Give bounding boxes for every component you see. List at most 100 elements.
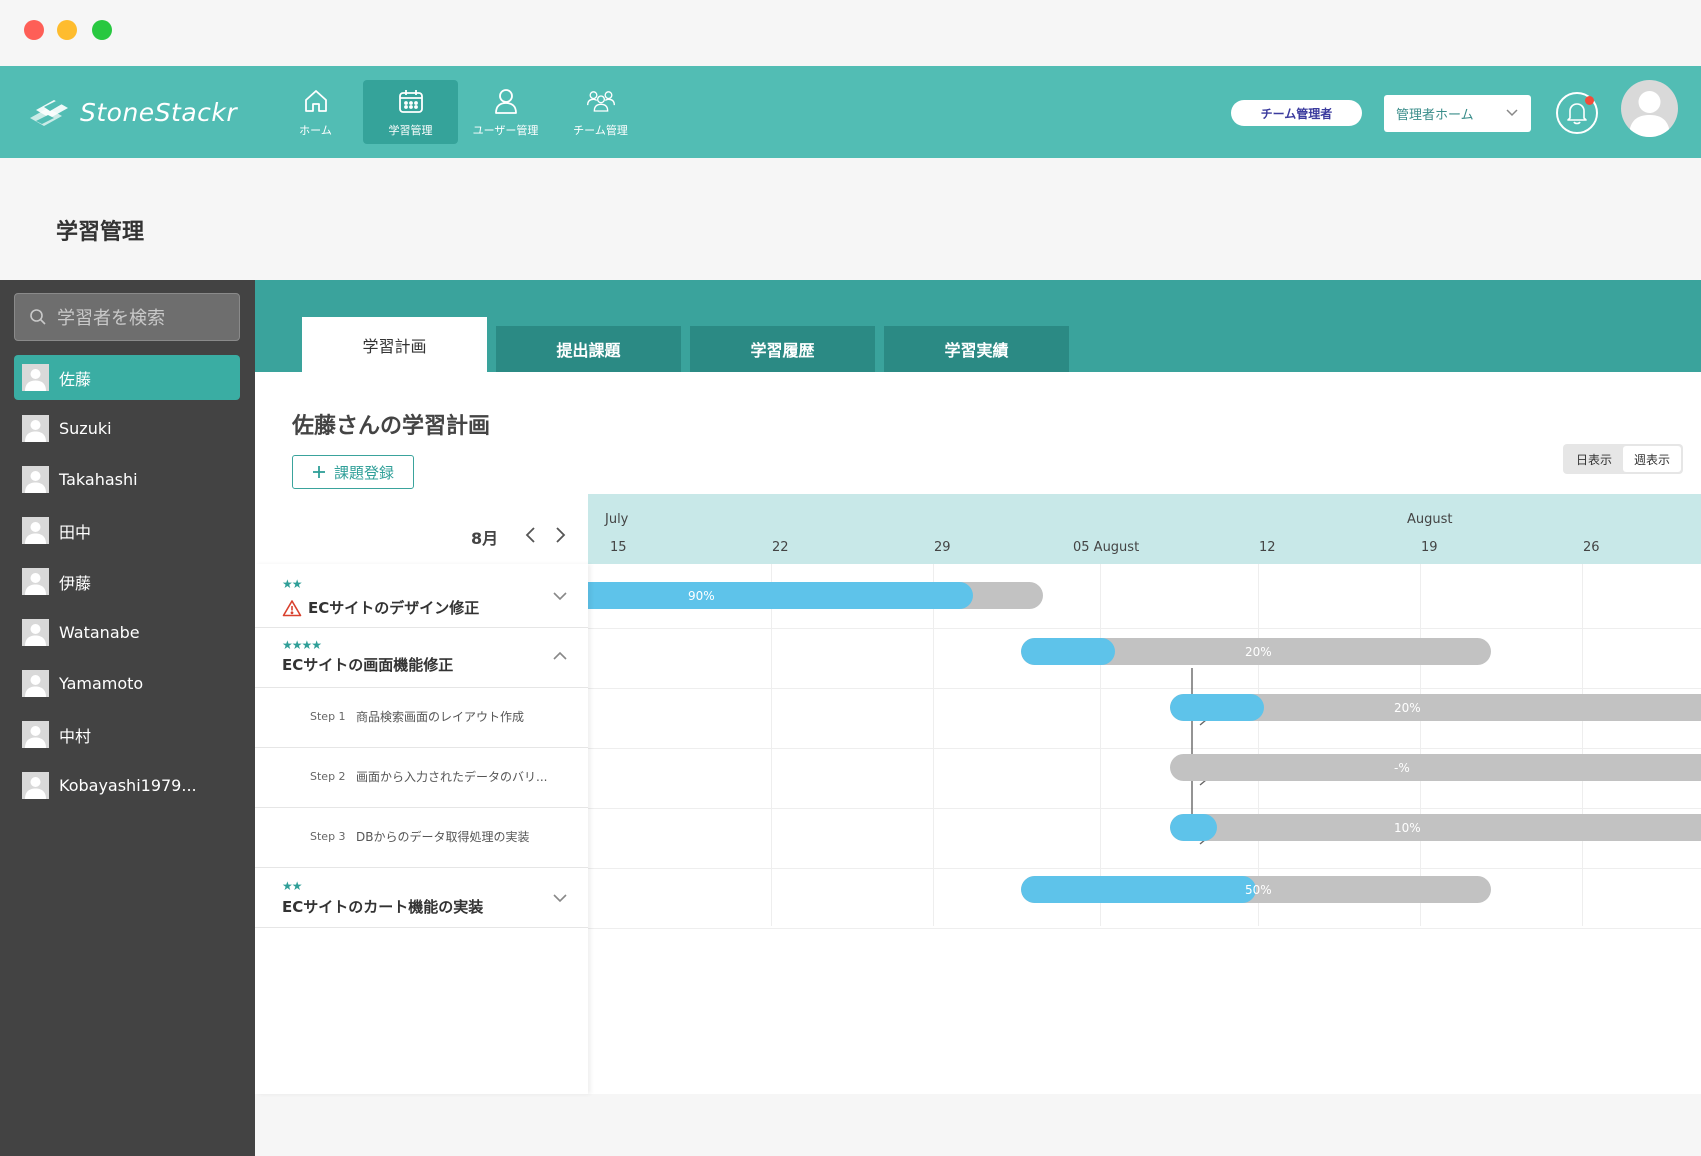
- timeline-day: 19: [1421, 540, 1438, 555]
- logo-icon: [30, 100, 68, 126]
- close-window-button[interactable]: [24, 20, 44, 40]
- home-icon: [304, 90, 327, 112]
- learner-item[interactable]: Yamamoto: [14, 661, 240, 706]
- progress-fill: [1021, 638, 1115, 665]
- learner-item[interactable]: 中村: [14, 712, 240, 757]
- progress-bar[interactable]: 90%: [588, 582, 1043, 609]
- progress-label: -%: [1394, 760, 1410, 775]
- learner-name: 田中: [59, 522, 92, 542]
- window-titlebar: [0, 0, 1701, 66]
- learner-name: Takahashi: [59, 470, 138, 489]
- mode-select[interactable]: 管理者ホーム: [1384, 95, 1531, 132]
- month-label: 8月: [471, 529, 499, 548]
- step-row[interactable]: Step 3 DBからのデータ取得処理の実装: [255, 808, 588, 868]
- chevron-left-icon[interactable]: [522, 525, 540, 545]
- timeline-month: July: [605, 512, 629, 527]
- user-icon: [22, 568, 49, 595]
- user-icon: [22, 517, 49, 544]
- tab-plan[interactable]: 学習計画: [302, 317, 487, 372]
- bell-icon: [1567, 103, 1587, 125]
- task-name: ECサイトのカート機能の実装: [282, 898, 484, 916]
- progress-bar[interactable]: 20%: [1021, 638, 1491, 665]
- task-name: ECサイトの画面機能修正: [282, 656, 454, 674]
- progress-bar[interactable]: 20%: [1170, 694, 1701, 721]
- chevron-down-icon[interactable]: [552, 590, 568, 602]
- team-icon: [586, 91, 615, 112]
- nav-teams[interactable]: チーム管理: [553, 80, 648, 144]
- step-name: DBからのデータ取得処理の実装: [356, 830, 530, 844]
- learner-item[interactable]: Takahashi: [14, 457, 240, 502]
- user-icon: [22, 619, 49, 646]
- learner-name: Suzuki: [59, 419, 112, 438]
- timeline-day: 26: [1583, 540, 1600, 555]
- progress-label: 50%: [1245, 882, 1272, 897]
- learner-item[interactable]: 伊藤: [14, 559, 240, 604]
- notification-button[interactable]: [1556, 92, 1598, 134]
- task-list: ★★ ECサイトのデザイン修正 ★★★★ ECサイトの画面機能修正 Step 1…: [255, 564, 588, 1094]
- minimize-window-button[interactable]: [57, 20, 77, 40]
- nav-users[interactable]: ユーザー管理: [458, 80, 553, 144]
- dependency-connectors: [1191, 668, 1208, 845]
- nav-home[interactable]: ホーム: [268, 80, 363, 144]
- role-badge: チーム管理者: [1231, 100, 1362, 126]
- learner-name: Watanabe: [59, 623, 140, 642]
- task-row[interactable]: ★★ ECサイトのカート機能の実装: [255, 868, 588, 928]
- user-icon: [22, 721, 49, 748]
- step-name: 画面から入力されたデータのバリ...: [356, 770, 548, 784]
- main-content: 学習計画 提出課題 学習履歴 学習実績 佐藤さんの学習計画 課題登録 日表示 週…: [255, 280, 1701, 1094]
- tab-assignments[interactable]: 提出課題: [496, 326, 681, 372]
- plan-title: 佐藤さんの学習計画: [292, 414, 491, 439]
- chevron-right-icon[interactable]: [551, 525, 569, 545]
- timeline-day: 12: [1259, 540, 1276, 555]
- timeline-day: 29: [934, 540, 951, 555]
- day-view-button[interactable]: 日表示: [1565, 446, 1623, 472]
- step-row[interactable]: Step 1 商品検索画面のレイアウト作成: [255, 688, 588, 748]
- gantt-chart: 90% 20% 20% -% 10% 50%: [588, 564, 1701, 1094]
- task-row[interactable]: ★★★★ ECサイトの画面機能修正: [255, 628, 588, 688]
- user-avatar-icon: [1629, 91, 1670, 137]
- progress-bar[interactable]: 50%: [1021, 876, 1491, 903]
- progress-bar[interactable]: -%: [1170, 754, 1701, 781]
- learner-search-input[interactable]: 学習者を検索: [14, 293, 240, 341]
- nav-home-label: ホーム: [299, 124, 332, 137]
- step-name: 商品検索画面のレイアウト作成: [356, 710, 525, 724]
- user-icon: [22, 670, 49, 697]
- nav-teams-label: チーム管理: [573, 124, 628, 137]
- learner-name: 中村: [59, 726, 92, 746]
- progress-fill: [588, 582, 973, 609]
- app-window: StoneStackr ホーム 学習管理 ユーザー管理 チーム管理 チーム管理者…: [0, 0, 1701, 1156]
- learner-item[interactable]: 佐藤: [14, 355, 240, 400]
- priority-stars: ★★: [282, 879, 302, 893]
- warning-icon: [282, 599, 302, 616]
- step-label: Step 2: [310, 770, 346, 783]
- progress-fill: [1170, 814, 1217, 841]
- tab-history[interactable]: 学習履歴: [690, 326, 875, 372]
- task-row[interactable]: ★★ ECサイトのデザイン修正: [255, 564, 588, 628]
- learner-name: 伊藤: [59, 573, 92, 593]
- timeline-header: July August 15 22 29 05 August 12 19 26: [588, 494, 1701, 564]
- user-avatar[interactable]: [1621, 80, 1678, 137]
- add-assignment-button[interactable]: 課題登録: [292, 455, 414, 489]
- learner-item[interactable]: Watanabe: [14, 610, 240, 655]
- chevron-down-icon[interactable]: [552, 892, 568, 904]
- timeline-day: 15: [610, 540, 627, 555]
- user-icon: [22, 772, 49, 799]
- chevron-up-icon[interactable]: [552, 650, 568, 662]
- nav-users-label: ユーザー管理: [472, 124, 539, 137]
- week-view-button[interactable]: 週表示: [1623, 446, 1681, 472]
- user-icon: [494, 89, 517, 114]
- maximize-window-button[interactable]: [92, 20, 112, 40]
- learner-item[interactable]: 田中: [14, 508, 240, 553]
- app-logo[interactable]: StoneStackr: [26, 94, 237, 130]
- tab-results[interactable]: 学習実績: [884, 326, 1069, 372]
- progress-bar[interactable]: 10%: [1170, 814, 1701, 841]
- timeline-day: 05 August: [1073, 540, 1140, 555]
- user-icon: [22, 364, 49, 391]
- learner-item[interactable]: Kobayashi1979...: [14, 763, 240, 808]
- step-row[interactable]: Step 2 画面から入力されたデータのバリ...: [255, 748, 588, 808]
- progress-label: 10%: [1394, 820, 1421, 835]
- nav-learning[interactable]: 学習管理: [363, 80, 458, 144]
- priority-stars: ★★★★: [282, 638, 322, 652]
- footer-band: [255, 1094, 1701, 1156]
- learner-item[interactable]: Suzuki: [14, 406, 240, 451]
